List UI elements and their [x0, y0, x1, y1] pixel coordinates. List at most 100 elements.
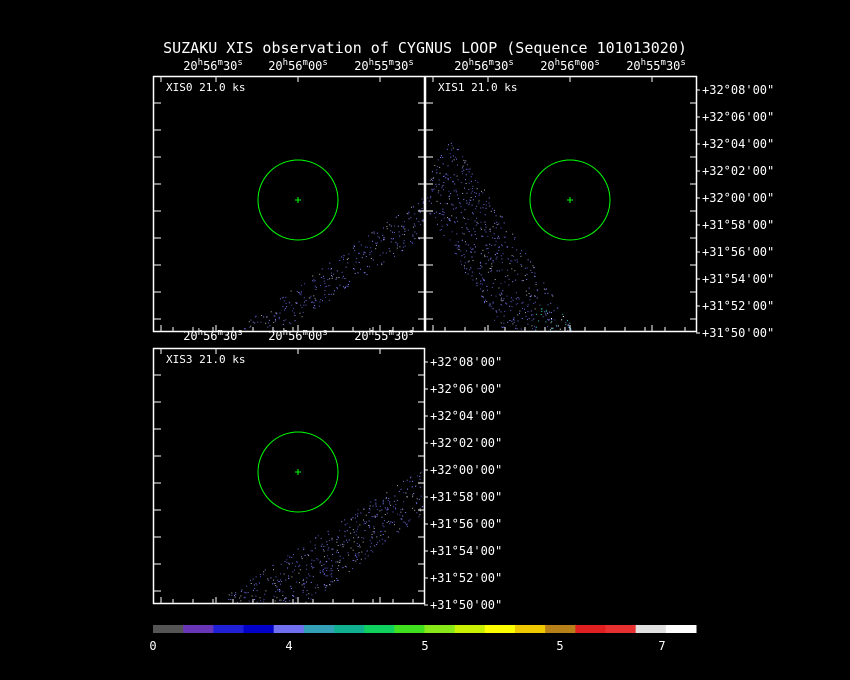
exposure-pixel	[420, 495, 422, 497]
exposure-pixel	[388, 497, 390, 499]
exposure-pixel	[462, 232, 464, 234]
exposure-pixel	[336, 561, 338, 563]
exposure-pixel	[493, 233, 495, 235]
exposure-pixel	[301, 584, 303, 586]
exposure-pixel	[421, 208, 423, 209]
ra-tick-label: 20h55m30s	[354, 58, 414, 73]
exposure-pixel	[474, 251, 476, 253]
exposure-pixel	[403, 242, 405, 244]
colorbar-label: 5	[421, 639, 428, 653]
exposure-pixel	[368, 520, 370, 522]
exposure-pixel	[381, 530, 383, 532]
exposure-pixel	[568, 324, 570, 326]
exposure-pixel	[540, 314, 542, 315]
exposure-pixel	[419, 510, 421, 512]
exposure-pixel	[299, 293, 301, 295]
exposure-pixel	[345, 266, 347, 268]
exposure-pixel	[353, 244, 355, 246]
exposure-pixel	[490, 306, 492, 308]
exposure-pixel	[267, 326, 269, 328]
exposure-pixel	[471, 190, 473, 192]
exposure-pixel	[500, 282, 502, 284]
exposure-pixel	[439, 229, 441, 231]
exposure-pixel	[406, 479, 408, 481]
exposure-pixel	[355, 560, 357, 562]
exposure-pixel	[363, 537, 365, 539]
exposure-pixel	[286, 559, 288, 561]
exposure-pixel	[352, 549, 354, 551]
exposure-pixel	[533, 267, 535, 269]
exposure-pixel	[254, 322, 256, 324]
exposure-pixel	[272, 583, 273, 585]
exposure-pixel	[501, 326, 503, 328]
exposure-pixel	[329, 262, 331, 264]
exposure-pixel	[494, 244, 496, 246]
exposure-pixel	[321, 268, 323, 270]
exposure-pixel	[368, 525, 370, 526]
exposure-pixel	[551, 321, 553, 323]
exposure-pixel	[481, 266, 483, 268]
exposure-pixel	[363, 251, 365, 253]
exposure-pixel	[322, 570, 324, 572]
exposure-pixel	[501, 262, 503, 263]
exposure-pixel	[557, 325, 559, 327]
exposure-pixel	[310, 295, 312, 297]
exposure-pixel	[506, 295, 508, 297]
exposure-pixel	[296, 562, 298, 563]
exposure-pixel	[504, 310, 506, 312]
exposure-pixel	[506, 246, 508, 248]
exposure-pixel	[472, 248, 474, 250]
exposure-pixel	[499, 215, 501, 217]
exposure-pixel	[321, 565, 323, 567]
exposure-pixel	[255, 595, 257, 597]
dec-tick-label: +32°06'00"	[430, 382, 502, 396]
exposure-pixel	[326, 567, 328, 569]
exposure-pixel	[451, 160, 453, 162]
exposure-pixel	[421, 198, 423, 200]
exposure-pixel	[488, 197, 490, 199]
exposure-pixel	[301, 316, 303, 318]
exposure-pixel	[454, 221, 456, 223]
exposure-pixel	[354, 514, 356, 516]
exposure-pixel	[343, 259, 345, 260]
exposure-pixel	[331, 548, 333, 550]
exposure-pixel	[519, 310, 521, 312]
exposure-pixel	[276, 586, 278, 588]
exposure-pixel	[522, 301, 524, 303]
exposure-pixel	[279, 573, 281, 575]
exposure-pixel	[411, 206, 412, 208]
exposure-pixel	[355, 534, 357, 536]
exposure-pixel	[385, 252, 387, 254]
exposure-pixel	[477, 223, 479, 225]
exposure-pixel	[290, 585, 292, 587]
exposure-pixel	[447, 224, 449, 226]
exposure-pixel	[393, 238, 394, 239]
exposure-pixel	[515, 303, 517, 305]
ra-tick-label: 20h56m00s	[268, 58, 328, 73]
exposure-pixel	[551, 318, 552, 319]
exposure-pixel	[516, 249, 518, 251]
exposure-pixel	[341, 521, 343, 523]
exposure-pixel	[471, 256, 473, 258]
colorbar-swatch	[635, 625, 667, 633]
exposure-pixel	[279, 589, 281, 591]
exposure-pixel	[473, 228, 475, 230]
exposure-pixel	[532, 265, 534, 267]
exposure-pixel	[476, 238, 477, 240]
exposure-pixel	[309, 541, 311, 543]
exposure-pixel	[460, 212, 462, 214]
exposure-pixel	[314, 547, 316, 549]
exposure-pixel	[277, 589, 279, 591]
exposure-pixel	[552, 328, 554, 330]
exposure-pixel	[447, 178, 449, 179]
exposure-pixel	[442, 184, 444, 186]
exposure-pixel	[454, 156, 456, 158]
exposure-pixel	[275, 585, 277, 587]
exposure-pixel	[509, 320, 511, 321]
exposure-pixel	[357, 546, 359, 547]
exposure-pixel	[313, 295, 315, 297]
exposure-pixel	[466, 227, 468, 229]
exposure-pixel	[482, 277, 484, 279]
exposure-pixel	[485, 207, 487, 209]
exposure-pixel	[265, 322, 267, 324]
